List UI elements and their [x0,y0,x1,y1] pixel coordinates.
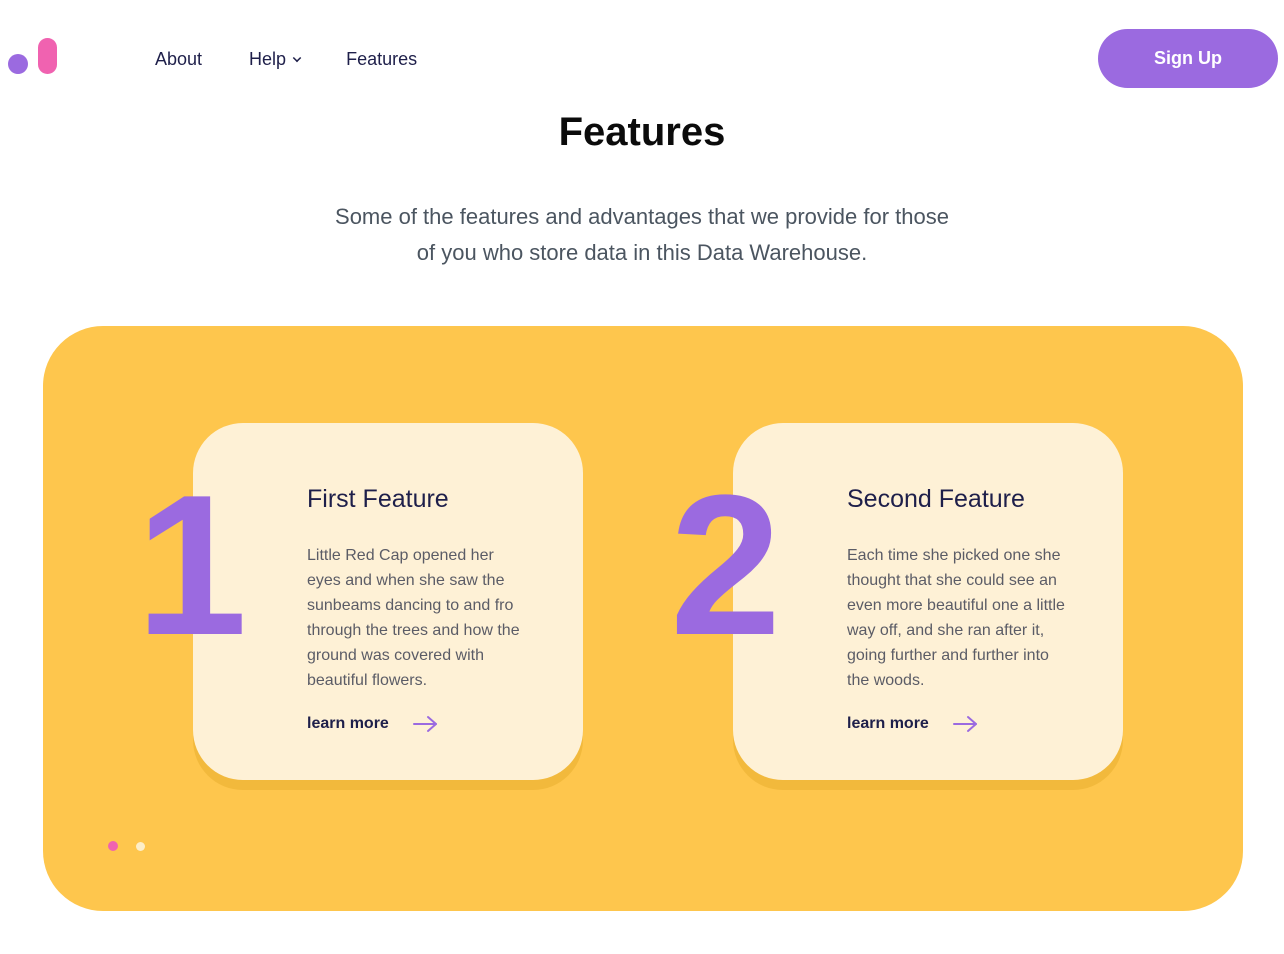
carousel-pagination [108,841,145,851]
sign-up-button[interactable]: Sign Up [1098,29,1278,88]
feature-number: 2 [670,454,782,677]
nav-about-label: About [155,49,203,69]
nav-help-label: Help [249,49,287,69]
feature-card-2: Second Feature Each time she picked one … [733,423,1123,780]
section-subtitle: Some of the features and advantages that… [300,199,984,271]
learn-more-link[interactable]: learn more [307,715,439,733]
learn-more-label: learn more [847,715,929,732]
arrow-right-icon [952,716,977,732]
pagination-dot[interactable] [136,841,145,851]
logo-mark-icon[interactable] [8,38,60,78]
feature-number: 1 [136,454,248,677]
arrow-right-icon [412,716,437,732]
section-title: Features [558,110,726,154]
pagination-dot-active[interactable] [108,841,118,851]
logo-bar [38,38,57,74]
nav-help-dropdown[interactable]: Help [249,47,302,71]
logo-dot [8,54,28,74]
page: About Help Features Sign Up Features Som… [0,0,1284,954]
feature-title: Second Feature [847,485,1025,513]
chevron-down-icon [292,53,302,62]
nav-features-link[interactable]: Features [346,47,417,71]
learn-more-link[interactable]: learn more [847,715,979,733]
feature-description: Little Red Cap opened her eyes and when … [307,547,520,689]
learn-more-label: learn more [307,715,389,732]
nav-about-link[interactable]: About [155,47,202,71]
feature-description: Each time she picked one she thought tha… [847,547,1065,689]
subtitle-line-2: of you who store data in this Data Wareh… [416,240,868,265]
main-nav: About Help Features [155,47,417,71]
feature-title: First Feature [307,485,449,513]
feature-card-1: First Feature Little Red Cap opened her … [193,423,583,780]
nav-features-label: Features [346,49,418,69]
subtitle-line-1: Some of the features and advantages that… [335,204,949,229]
